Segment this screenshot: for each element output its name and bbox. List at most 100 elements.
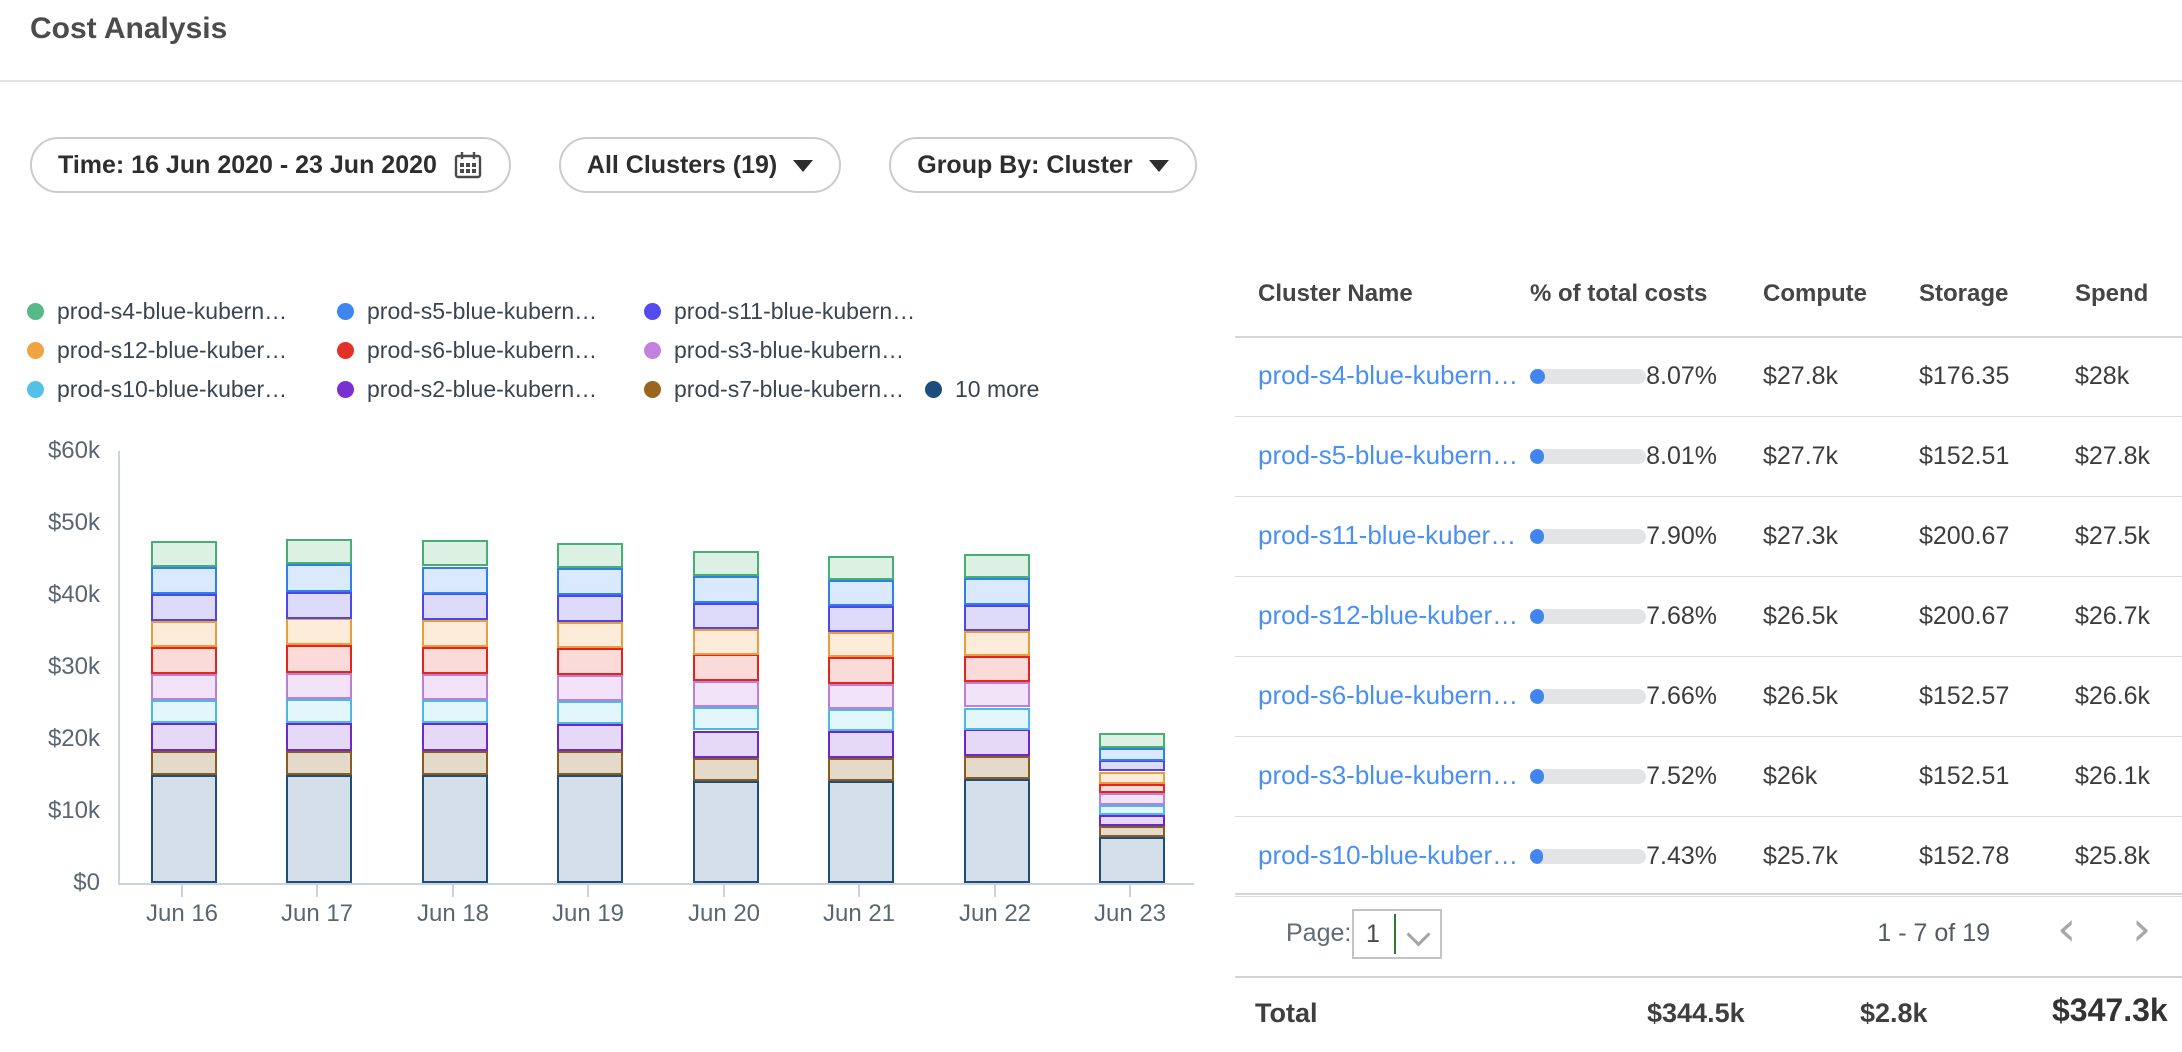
- cluster-name-link[interactable]: prod-s6-blue-kubern…: [1258, 680, 1518, 711]
- cluster-name-link[interactable]: prod-s10-blue-kuber…: [1258, 840, 1518, 871]
- cluster-name-link[interactable]: prod-s5-blue-kubern…: [1258, 440, 1518, 471]
- bar-segment[interactable]: [693, 629, 759, 655]
- bar-segment[interactable]: [1099, 805, 1165, 815]
- legend-item[interactable]: prod-s10-blue-kuber…: [27, 375, 287, 403]
- bar-segment[interactable]: [964, 779, 1030, 883]
- bar-segment[interactable]: [1099, 793, 1165, 805]
- bar-segment[interactable]: [828, 632, 894, 657]
- bar-segment[interactable]: [964, 656, 1030, 682]
- bar-segment[interactable]: [828, 684, 894, 709]
- bar-segment[interactable]: [422, 751, 488, 775]
- legend-item[interactable]: prod-s11-blue-kubern…: [644, 297, 915, 325]
- bar-segment[interactable]: [286, 564, 352, 592]
- bar-segment[interactable]: [1099, 815, 1165, 826]
- bar-segment[interactable]: [828, 758, 894, 781]
- bar-segment[interactable]: [422, 620, 488, 647]
- bar-segment[interactable]: [964, 708, 1030, 730]
- cluster-name-link[interactable]: prod-s3-blue-kubern…: [1258, 760, 1518, 791]
- cluster-name-link[interactable]: prod-s4-blue-kubern…: [1258, 360, 1518, 391]
- bar-segment[interactable]: [693, 603, 759, 629]
- bar-segment[interactable]: [151, 541, 217, 567]
- bar-segment[interactable]: [422, 775, 488, 883]
- bar-segment[interactable]: [151, 723, 217, 751]
- bar-segment[interactable]: [557, 648, 623, 675]
- bar-segment[interactable]: [286, 645, 352, 673]
- bar-segment[interactable]: [1099, 784, 1165, 793]
- page-number-select[interactable]: 1: [1352, 909, 1442, 959]
- bar-segment[interactable]: [557, 751, 623, 775]
- legend-item[interactable]: prod-s2-blue-kubern…: [337, 375, 597, 403]
- bar-segment[interactable]: [557, 701, 623, 724]
- cluster-name-link[interactable]: prod-s12-blue-kuber…: [1258, 600, 1518, 631]
- legend-item[interactable]: 10 more: [925, 375, 1039, 403]
- bar-segment[interactable]: [422, 593, 488, 620]
- bar-segment[interactable]: [964, 756, 1030, 779]
- bar-segment[interactable]: [151, 751, 217, 775]
- bar-segment[interactable]: [557, 595, 623, 622]
- bar-segment[interactable]: [1099, 748, 1165, 761]
- bar-segment[interactable]: [1099, 772, 1165, 784]
- legend-item[interactable]: prod-s3-blue-kubern…: [644, 336, 904, 364]
- bar-segment[interactable]: [557, 543, 623, 568]
- bar-segment[interactable]: [693, 731, 759, 758]
- bar-segment[interactable]: [422, 723, 488, 751]
- bar-segment[interactable]: [151, 647, 217, 674]
- previous-page-button[interactable]: ‹: [2057, 901, 2076, 957]
- bar-segment[interactable]: [828, 556, 894, 580]
- bar-segment[interactable]: [422, 674, 488, 700]
- bar-segment[interactable]: [828, 731, 894, 758]
- bar-segment[interactable]: [151, 594, 217, 621]
- bar-segment[interactable]: [422, 567, 488, 594]
- bar-segment[interactable]: [964, 554, 1030, 578]
- cluster-name-link[interactable]: prod-s11-blue-kuber…: [1258, 520, 1516, 551]
- bar-segment[interactable]: [422, 700, 488, 723]
- bar-segment[interactable]: [693, 758, 759, 781]
- bar-segment[interactable]: [964, 631, 1030, 656]
- bar-segment[interactable]: [828, 606, 894, 632]
- bar-segment[interactable]: [693, 576, 759, 603]
- legend-item[interactable]: prod-s6-blue-kubern…: [337, 336, 597, 364]
- bar-segment[interactable]: [828, 781, 894, 883]
- legend-item[interactable]: prod-s5-blue-kubern…: [337, 297, 597, 325]
- bar-segment[interactable]: [422, 540, 488, 566]
- bar-segment[interactable]: [1099, 837, 1165, 883]
- bar-segment[interactable]: [828, 657, 894, 684]
- bar-segment[interactable]: [286, 775, 352, 883]
- bar-segment[interactable]: [286, 751, 352, 775]
- legend-item[interactable]: prod-s4-blue-kubern…: [27, 297, 287, 325]
- bar-segment[interactable]: [557, 675, 623, 701]
- bar-segment[interactable]: [964, 682, 1030, 707]
- bar-segment[interactable]: [286, 592, 352, 619]
- group-by-dropdown[interactable]: Group By: Cluster: [889, 137, 1196, 193]
- bar-segment[interactable]: [1099, 733, 1165, 748]
- bar-segment[interactable]: [693, 551, 759, 576]
- bar-segment[interactable]: [693, 707, 759, 730]
- bar-segment[interactable]: [557, 568, 623, 595]
- bar-segment[interactable]: [151, 567, 217, 594]
- bar-segment[interactable]: [286, 618, 352, 645]
- bar-segment[interactable]: [286, 673, 352, 699]
- legend-item[interactable]: prod-s7-blue-kubern…: [644, 375, 904, 403]
- bar-segment[interactable]: [1099, 826, 1165, 837]
- bar-segment[interactable]: [828, 709, 894, 731]
- bar-segment[interactable]: [422, 647, 488, 674]
- bar-segment[interactable]: [828, 580, 894, 606]
- bar-segment[interactable]: [151, 621, 217, 647]
- bar-segment[interactable]: [151, 700, 217, 723]
- bar-segment[interactable]: [693, 681, 759, 707]
- bar-segment[interactable]: [286, 699, 352, 723]
- bar-segment[interactable]: [557, 775, 623, 883]
- bar-segment[interactable]: [964, 578, 1030, 605]
- bar-segment[interactable]: [286, 539, 352, 564]
- bar-segment[interactable]: [964, 605, 1030, 631]
- cluster-filter-dropdown[interactable]: All Clusters (19): [559, 137, 841, 193]
- bar-segment[interactable]: [151, 674, 217, 700]
- next-page-button[interactable]: ›: [2132, 901, 2151, 957]
- bar-segment[interactable]: [693, 654, 759, 681]
- bar-segment[interactable]: [286, 723, 352, 751]
- bar-segment[interactable]: [1099, 760, 1165, 771]
- legend-item[interactable]: prod-s12-blue-kuber…: [27, 336, 287, 364]
- bar-segment[interactable]: [151, 775, 217, 883]
- bar-segment[interactable]: [964, 729, 1030, 756]
- bar-segment[interactable]: [693, 781, 759, 883]
